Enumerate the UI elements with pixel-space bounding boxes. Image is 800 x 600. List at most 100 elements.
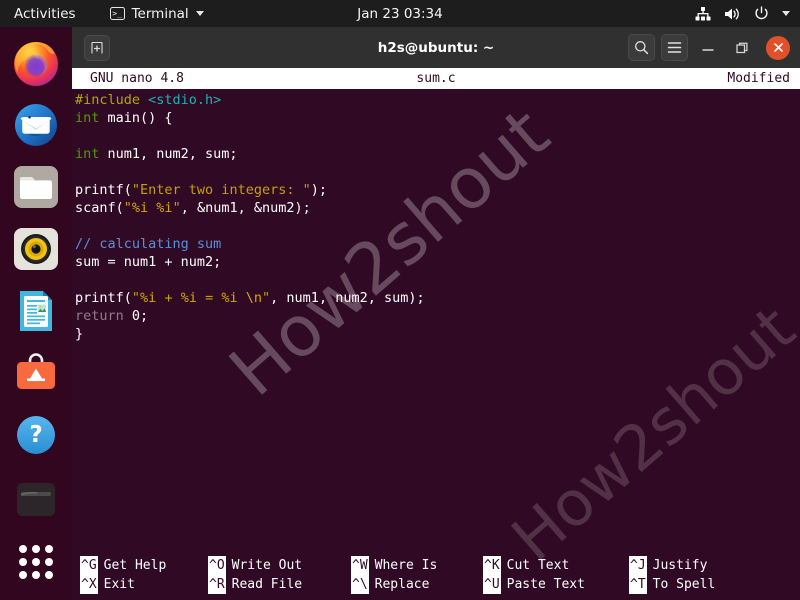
code-token: " [262, 290, 271, 306]
ubuntu-dock: ? [0, 27, 72, 600]
nano-editor[interactable]: GNU nano 4.8 sum.c Modified #include <st… [72, 68, 800, 600]
volume-icon[interactable] [724, 7, 741, 21]
files-icon [14, 166, 58, 208]
nano-header-bar: GNU nano 4.8 sum.c Modified [72, 68, 800, 89]
dock-item-help[interactable]: ? [12, 411, 60, 459]
dock-item-thunderbird[interactable] [12, 101, 60, 149]
svg-text:?: ? [29, 422, 42, 448]
code-token: 0; [123, 308, 149, 324]
shortcut-item[interactable]: ^K Cut Text [483, 556, 629, 575]
shortcut-key: ^J [629, 556, 647, 575]
shortcut-item[interactable]: ^R Read File [208, 575, 351, 594]
code-token: + [156, 290, 181, 306]
shortcut-row-1: ^G Get Help ^O Write Out ^W Where Is ^K Cut Tex… [72, 556, 800, 575]
code-line: printf("%i + %i = %i \n", num1, num2, su… [74, 289, 800, 307]
network-icon[interactable] [695, 6, 711, 21]
shortcut-item[interactable]: ^O Write Out [208, 556, 351, 575]
shortcut-row-2: ^X Exit ^R Read File ^\ Replace ^U Paste Text ^T… [72, 575, 800, 594]
maximize-button[interactable] [728, 34, 756, 62]
dock-item-firefox[interactable] [12, 39, 60, 87]
dock-item-trash[interactable] [12, 475, 60, 523]
grid-dot [19, 545, 27, 553]
code-token: %i %i [131, 200, 173, 216]
code-area[interactable]: #include <stdio.h> int main() { int num1,… [72, 89, 800, 343]
code-token: \n [245, 290, 263, 306]
gnome-top-bar: Activities >_ Terminal Jan 23 03:34 [0, 0, 800, 27]
shortcut-label: To Spell [652, 577, 716, 592]
shortcut-key: ^R [208, 575, 226, 594]
nano-shortcut-bar: ^G Get Help ^O Write Out ^W Where Is ^K Cut Tex… [72, 551, 800, 600]
dock-item-rhythmbox[interactable] [12, 225, 60, 273]
code-line: scanf("%i %i", &num1, &num2); [74, 199, 800, 217]
code-token: return [75, 308, 124, 324]
code-token: #include [75, 92, 149, 108]
code-line: // calculating sum [74, 235, 800, 253]
thunderbird-icon [15, 104, 57, 146]
code-line: printf("Enter two integers: "); [74, 181, 800, 199]
shortcut-label: Where Is [374, 558, 438, 573]
grid-dot [32, 571, 40, 579]
code-token: main() { [99, 110, 173, 126]
code-token: " [172, 200, 181, 216]
grid-dot [45, 558, 53, 566]
power-icon[interactable] [754, 6, 769, 21]
clock-label: Jan 23 03:34 [357, 5, 443, 22]
dock-item-ubuntu-software[interactable] [12, 349, 60, 397]
code-token: sum = num1 + num2; [75, 254, 222, 270]
code-token: } [75, 326, 84, 342]
shortcut-item[interactable]: ^U Paste Text [483, 575, 629, 594]
shortcut-item[interactable]: ^W Where Is [351, 556, 483, 575]
activities-button[interactable]: Activities [0, 0, 88, 27]
code-token: " [123, 200, 132, 216]
trash-icon [17, 483, 55, 516]
shortcut-key: ^W [351, 556, 369, 575]
code-line: int num1, num2, sum; [74, 145, 800, 163]
shortcut-item[interactable]: ^X Exit [72, 575, 208, 594]
minimize-button[interactable] [694, 34, 722, 62]
grid-dot [32, 558, 40, 566]
show-applications-button[interactable] [12, 538, 60, 586]
grid-dot [19, 571, 27, 579]
code-token: , &num1, &num2); [180, 200, 311, 216]
system-tray[interactable] [695, 0, 790, 27]
window-titlebar[interactable]: h2s@ubuntu: ~ [72, 27, 800, 68]
code-token: <stdio.h> [148, 92, 222, 108]
code-token: ); [310, 182, 327, 198]
libreoffice-writer-icon [20, 291, 52, 331]
chevron-down-icon[interactable] [782, 11, 790, 16]
nano-filename: sum.c [416, 71, 456, 86]
shortcut-label: Justify [652, 558, 708, 573]
new-tab-button[interactable] [84, 34, 110, 61]
search-button[interactable] [628, 34, 655, 61]
shortcut-item[interactable]: ^T To Spell [629, 575, 749, 594]
code-token: " [131, 290, 141, 306]
code-token: "Enter two integers: " [131, 182, 311, 198]
window-controls [628, 34, 800, 62]
shortcut-item[interactable]: ^J Justify [629, 556, 749, 575]
minimize-icon [702, 48, 714, 51]
dock-item-libreoffice-writer[interactable] [12, 287, 60, 335]
code-token: = [196, 290, 222, 306]
code-line: return 0; [74, 307, 800, 325]
maximize-icon [736, 42, 748, 53]
code-token: %i [140, 290, 157, 306]
code-token: int [75, 146, 100, 162]
activities-label: Activities [14, 5, 76, 22]
close-button[interactable] [766, 35, 790, 60]
hamburger-menu-icon [667, 42, 682, 53]
shortcut-item[interactable]: ^\ Replace [351, 575, 483, 594]
close-icon [773, 43, 783, 52]
shortcut-item[interactable]: ^G Get Help [72, 556, 208, 575]
shortcut-key: ^K [483, 556, 501, 575]
app-menu-terminal[interactable]: >_ Terminal [109, 6, 204, 22]
code-token: num1, num2, sum; [99, 146, 238, 162]
shortcut-key: ^T [629, 575, 647, 594]
menu-button[interactable] [661, 34, 688, 61]
dock-item-files[interactable] [12, 163, 60, 211]
code-line: int main() { [74, 109, 800, 127]
grid-dot [19, 558, 27, 566]
code-token: printf( [75, 290, 132, 306]
